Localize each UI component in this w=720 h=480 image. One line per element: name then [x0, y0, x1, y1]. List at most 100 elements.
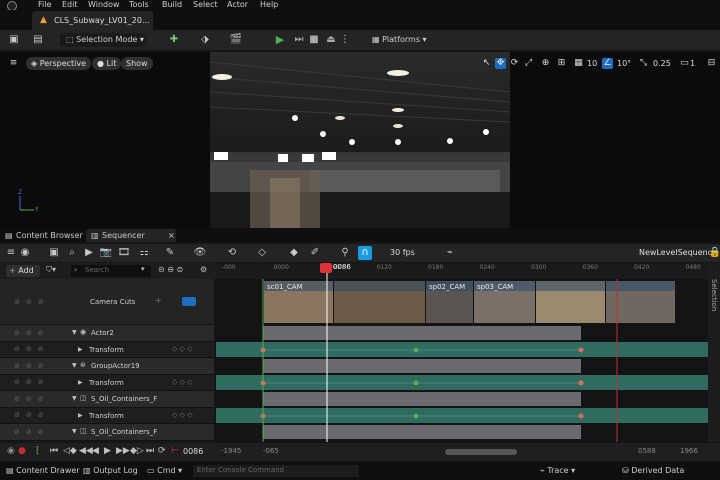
expand-arrow-icon[interactable]: ▼	[72, 362, 77, 369]
view-options-icon[interactable]: 👁	[193, 246, 207, 260]
camera-speed-icon[interactable]: ▭	[679, 58, 690, 69]
menu-build[interactable]: Build	[162, 0, 182, 9]
curve-editor-icon[interactable]: ⌁	[443, 246, 457, 260]
keyframe-icon[interactable]: ⚏	[137, 246, 151, 260]
platforms-dropdown[interactable]: ▦ Platforms ▾	[366, 33, 427, 47]
filter-icon[interactable]: ⛉▾	[46, 265, 56, 275]
view-range-start[interactable]: -1945	[221, 447, 241, 455]
viewport-scene[interactable]	[210, 52, 510, 228]
menu-tools[interactable]: Tools	[129, 0, 149, 9]
key-nav-icon[interactable]: ◇ ◇ ◇	[172, 345, 193, 353]
content-drawer-button[interactable]: ▤ Content Drawer	[6, 464, 80, 478]
menu-select[interactable]: Select	[193, 0, 218, 9]
add-track-button[interactable]: + Add	[6, 265, 40, 277]
camera-shot-header[interactable]	[536, 281, 605, 291]
key-nav-icon[interactable]: ◇ ◇ ◇	[172, 378, 193, 386]
find-asset-icon[interactable]: ⌕	[65, 246, 79, 260]
close-tab-icon[interactable]: ×	[168, 229, 175, 242]
jump-to-start-icon[interactable]: ⏮	[50, 446, 58, 456]
menu-file[interactable]: File	[38, 0, 51, 9]
play-forward-icon[interactable]: ▶	[104, 446, 111, 456]
playback-options-icon[interactable]: ⟲	[225, 246, 239, 260]
track-row[interactable]: ⊘⊘⊘ ▼ ◉ Actor2	[0, 325, 214, 342]
cinematics-icon[interactable]: 🎬	[229, 33, 243, 47]
snap-magnet-icon[interactable]: ∩	[358, 246, 372, 260]
tab-sequencer[interactable]: ▥ Sequencer ×	[86, 229, 176, 242]
derived-data-button[interactable]: ⛁ Derived Data	[622, 464, 684, 478]
current-frame-field[interactable]: 0086	[183, 447, 203, 456]
expand-arrow-icon[interactable]: ▶	[78, 412, 83, 419]
world-space-icon[interactable]: ⊕	[540, 58, 551, 69]
menu-actor[interactable]: Actor	[227, 0, 248, 9]
track-controls-icon[interactable]: ⊘⊘⊘	[14, 411, 50, 419]
loop-range-icon[interactable]: ⁅	[36, 446, 40, 456]
menu-help[interactable]: Help	[260, 0, 278, 9]
view-range-end[interactable]: 1966	[680, 447, 698, 455]
lit-button[interactable]: ● Lit	[92, 57, 122, 70]
add-content-icon[interactable]: ✚	[167, 33, 181, 47]
rotation-snap-icon[interactable]: ∠	[602, 58, 613, 69]
lock-icon[interactable]: 🔒	[708, 246, 720, 260]
track-controls-icon[interactable]: ⊘⊘⊘	[14, 362, 50, 370]
scale-snap-value[interactable]: 0.25	[653, 58, 671, 69]
actor-section[interactable]	[263, 392, 581, 406]
actor-section[interactable]	[263, 425, 581, 439]
settings-gear-icon[interactable]: ⚙	[200, 265, 207, 274]
console-input[interactable]: Enter Console Command	[193, 465, 359, 477]
camera-shot-header[interactable]	[606, 281, 675, 291]
track-controls-icon[interactable]: ⊘⊘⊘	[14, 345, 50, 353]
jump-to-end-icon[interactable]: ⏭	[146, 446, 154, 456]
key-nav-icon[interactable]: ◇ ◇ ◇	[172, 411, 193, 419]
loop-icon[interactable]: ⟳	[158, 446, 166, 456]
translate-tool-icon[interactable]: ✥	[495, 58, 506, 69]
keyframe[interactable]	[413, 380, 419, 386]
add-icon[interactable]: +	[155, 296, 162, 305]
fps-dropdown[interactable]: 30 fps	[390, 248, 415, 257]
camera-icon[interactable]: 📷	[99, 246, 113, 260]
actor-section[interactable]	[263, 326, 581, 340]
sequencer-menu-icon[interactable]: ≡	[4, 246, 18, 260]
rotation-snap-value[interactable]: 10°	[617, 58, 631, 69]
camera-shot-header[interactable]	[334, 281, 425, 291]
keyframe[interactable]	[578, 413, 584, 419]
selection-side-panel[interactable]: Selection	[708, 263, 720, 442]
play-reverse-icon[interactable]: ◀	[92, 446, 99, 456]
perspective-button[interactable]: ◈ Perspective	[26, 57, 92, 70]
marker-icon[interactable]: ⚲	[338, 246, 352, 260]
track-row[interactable]: ⊘⊘⊘ ▼ ◫ S_Oil_Containers_F	[0, 391, 214, 408]
record-button-icon[interactable]: ●	[18, 446, 26, 456]
expand-arrow-icon[interactable]: ▼	[72, 395, 77, 402]
actor-section[interactable]	[263, 359, 581, 373]
keyframe[interactable]	[413, 347, 419, 353]
track-controls-icon[interactable]: ⊘⊘⊘	[14, 298, 50, 306]
output-log-button[interactable]: ▥ Output Log	[83, 464, 138, 478]
maximize-viewport-icon[interactable]: ⊟	[706, 58, 717, 69]
playback-range-out[interactable]: 0588	[638, 447, 656, 455]
track-controls-icon[interactable]: ⊘⊘⊘	[14, 329, 50, 337]
surface-snap-icon[interactable]: ⊞	[556, 58, 567, 69]
step-forward-icon[interactable]: ▶▶	[116, 446, 130, 456]
track-row[interactable]: ⊘⊘⊘ ▼ ⊛ GroupActor19	[0, 358, 214, 375]
track-row[interactable]: ⊘⊘⊘ Camera Cuts +	[0, 279, 214, 325]
menu-edit[interactable]: Edit	[62, 0, 78, 9]
world-icon[interactable]: ◉	[18, 246, 32, 260]
collapse-tracks-icon[interactable]: ⊝ ⊖ ⊜	[158, 265, 183, 274]
playback-range-in[interactable]: -065	[263, 447, 279, 455]
stop-icon[interactable]: ■	[307, 33, 321, 47]
blueprints-icon[interactable]: ⬗	[198, 33, 212, 47]
render-movie-icon[interactable]: ▶	[82, 246, 96, 260]
record-icon[interactable]: ◉	[7, 446, 15, 456]
film-icon[interactable]: 🎞	[117, 246, 131, 260]
camera-speed-value[interactable]: 1	[690, 58, 695, 69]
track-controls-icon[interactable]: ⊘⊘⊘	[14, 395, 50, 403]
camera-shot-label[interactable]: sp02_CAM	[429, 283, 465, 291]
more-options-icon[interactable]: ⋮	[338, 33, 352, 47]
step-back-key-icon[interactable]: ◁◆	[63, 446, 77, 456]
keyframe[interactable]	[578, 347, 584, 353]
save-sequence-icon[interactable]: ▣	[47, 246, 61, 260]
edit-tools-icon[interactable]: ✎	[163, 246, 177, 260]
key-interpolation-icon[interactable]: ◆	[287, 246, 301, 260]
key-diamond-icon[interactable]: ◇	[255, 246, 269, 260]
expand-arrow-icon[interactable]: ▼	[72, 329, 77, 336]
scale-snap-icon[interactable]: ⤡	[638, 58, 649, 69]
